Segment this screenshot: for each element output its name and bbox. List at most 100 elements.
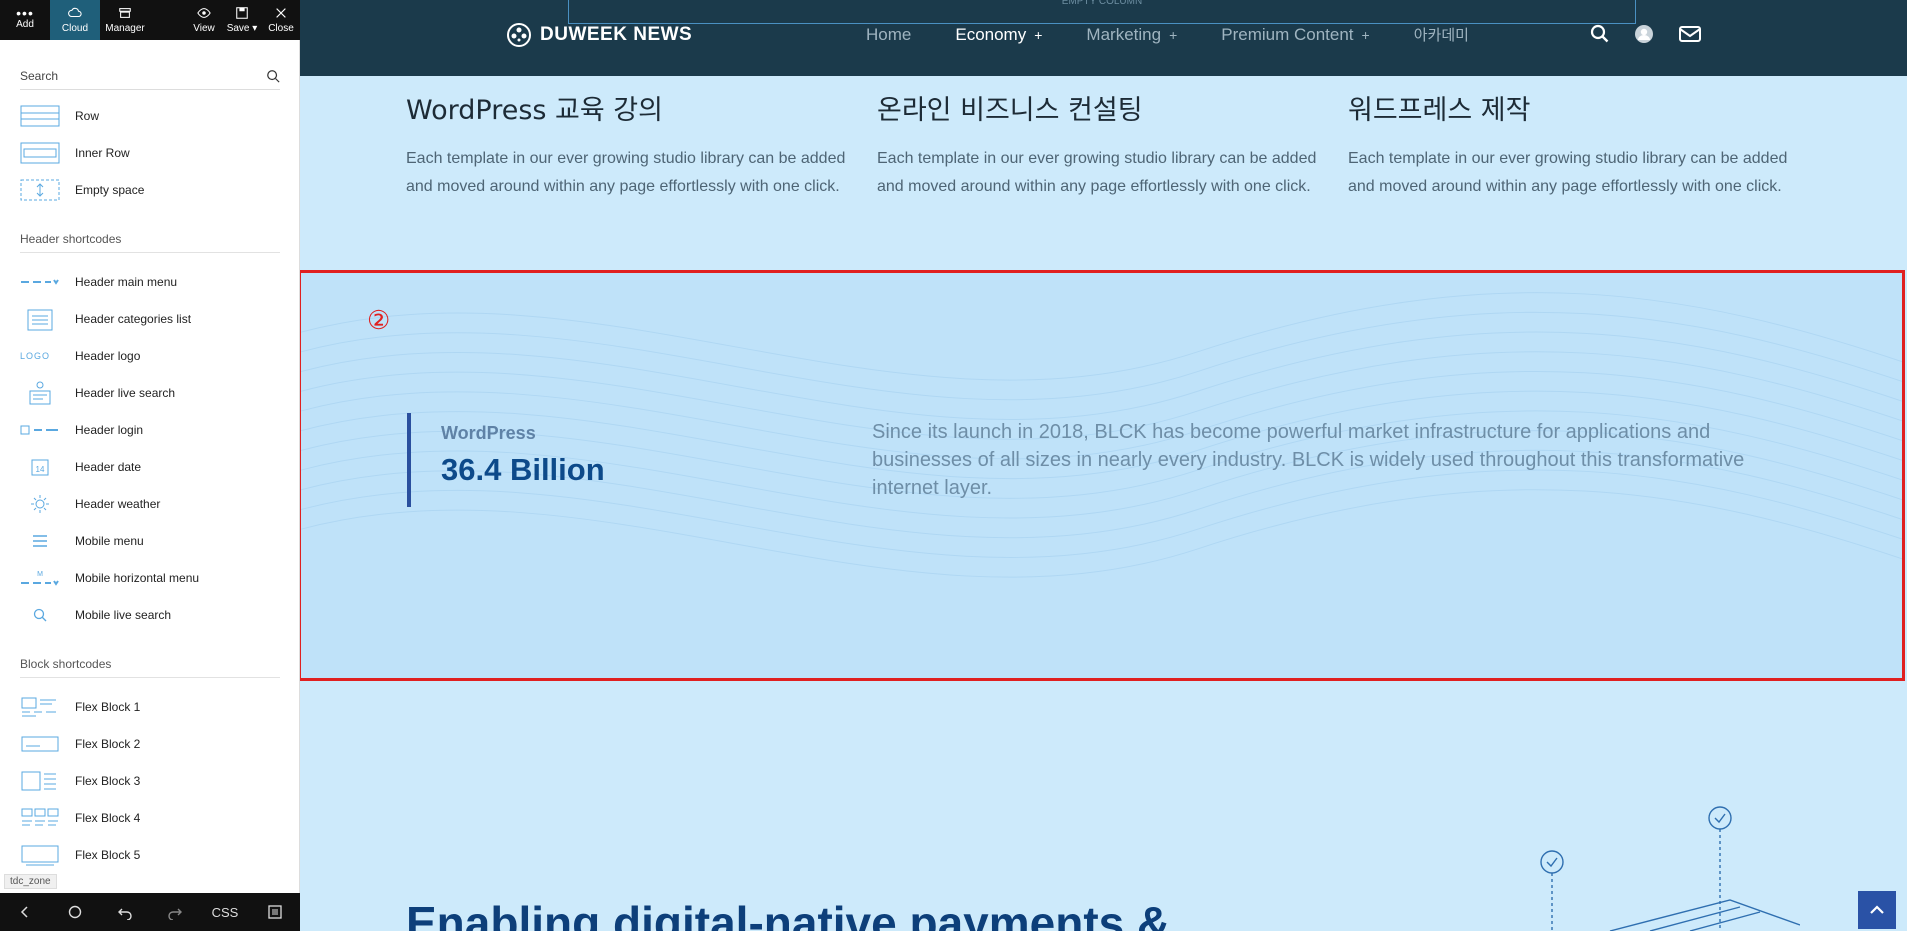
search-icon[interactable] xyxy=(266,69,280,83)
element-inner-row[interactable]: Inner Row xyxy=(0,134,300,171)
nav-marketing[interactable]: Marketing + xyxy=(1086,25,1177,45)
manager-label: Manager xyxy=(105,23,145,34)
responsive-button[interactable] xyxy=(57,893,93,931)
header-shortcodes-list: Header main menu Header categories list … xyxy=(0,263,300,633)
manager-button[interactable]: Manager xyxy=(100,0,150,40)
flex-block-1-icon xyxy=(21,697,56,716)
more-dots-icon: ••• xyxy=(16,5,34,21)
svg-text:M: M xyxy=(37,571,43,578)
element-label: Mobile menu xyxy=(75,533,144,548)
element-label: Flex Block 1 xyxy=(75,699,141,714)
empty-column-placeholder[interactable]: EMPTY COLUMN xyxy=(568,0,1636,24)
element-header-login[interactable]: Header login xyxy=(0,411,300,448)
nav-premium-content[interactable]: Premium Content + xyxy=(1221,25,1369,45)
cloud-button[interactable]: Cloud xyxy=(50,0,100,40)
hamburger-icon xyxy=(33,534,47,547)
element-label: Row xyxy=(75,108,100,123)
flex-block-4-icon xyxy=(21,808,59,825)
feature-description: Each template in our ever growing studio… xyxy=(877,150,1317,195)
settings-button[interactable] xyxy=(257,893,293,931)
horizontal-menu-icon: M xyxy=(21,571,59,586)
undo-icon xyxy=(118,908,132,920)
feature-title: 워드프레스 제작 xyxy=(1348,95,1531,126)
user-avatar-icon[interactable] xyxy=(1634,24,1654,44)
cloud-icon xyxy=(68,7,82,18)
selected-stat-section[interactable]: ② WordPress 36.4 Billion Since its launc… xyxy=(300,270,1905,681)
save-button[interactable]: Save ▾ xyxy=(222,0,262,40)
element-row[interactable]: Row xyxy=(0,97,300,134)
feature-description: Each template in our ever growing studio… xyxy=(406,150,846,195)
close-button[interactable]: Close xyxy=(262,0,300,40)
feature-column-2: 온라인 비즈니스 컨설팅 Each template in our ever g… xyxy=(877,88,1327,201)
element-label: Mobile horizontal menu xyxy=(75,570,200,585)
add-button[interactable]: ••• Add xyxy=(0,0,50,40)
main-navigation: Home Economy + Marketing + Premium Content… xyxy=(866,24,1513,45)
layers-icon xyxy=(119,8,131,18)
feature-column-1: WordPress 교육 강의 Each template in our eve… xyxy=(406,88,856,201)
element-flex-block-1[interactable]: Flex Block 1 xyxy=(0,688,300,725)
element-label: Flex Block 2 xyxy=(75,736,141,751)
redo-button[interactable] xyxy=(157,893,193,931)
element-header-date[interactable]: 14 Header date xyxy=(0,448,300,485)
close-label: Close xyxy=(268,23,294,34)
view-button[interactable]: View xyxy=(186,0,222,40)
nav-home[interactable]: Home xyxy=(866,25,911,45)
element-flex-block-3[interactable]: Flex Block 3 xyxy=(0,762,300,799)
element-header-categories-list[interactable]: Header categories list xyxy=(0,300,300,337)
section-heading-header: Header shortcodes xyxy=(20,232,280,253)
feature-column-3: 워드프레스 제작 Each template in our ever growi… xyxy=(1348,88,1798,201)
svg-text:14: 14 xyxy=(36,465,45,474)
add-label: Add xyxy=(16,19,34,30)
circle-icon xyxy=(68,905,82,919)
eye-icon xyxy=(197,8,211,18)
stat-value: 36.4 Billion xyxy=(441,452,605,487)
login-icon xyxy=(20,425,58,434)
site-header: EMPTY COLUMN DUWEEK NEWS Home Economy + M… xyxy=(300,0,1907,76)
element-label: Mobile live search xyxy=(75,607,172,622)
mail-icon[interactable] xyxy=(1678,24,1702,44)
element-label: Header logo xyxy=(75,348,141,363)
chevron-left-icon xyxy=(20,906,28,918)
element-mobile-horizontal-menu[interactable]: M Mobile horizontal menu xyxy=(0,559,300,596)
element-header-live-search[interactable]: Header live search xyxy=(0,374,300,411)
nav-label: Home xyxy=(866,24,912,44)
stat-box: WordPress 36.4 Billion xyxy=(407,413,605,507)
back-button[interactable] xyxy=(7,893,43,931)
plus-icon: + xyxy=(1034,26,1043,43)
element-header-logo[interactable]: LOGO Header logo xyxy=(0,337,300,374)
element-empty-space[interactable]: Empty space xyxy=(0,171,300,208)
search-icon[interactable] xyxy=(1590,24,1610,44)
plus-icon: + xyxy=(1361,26,1370,43)
element-flex-block-2[interactable]: Flex Block 2 xyxy=(0,725,300,762)
caret-down-icon: ▾ xyxy=(249,23,258,34)
search-bar xyxy=(20,62,280,90)
site-logo[interactable]: DUWEEK NEWS xyxy=(506,22,692,48)
magnifier-icon xyxy=(33,608,47,621)
element-flex-block-5[interactable]: Flex Block 5 xyxy=(0,836,300,873)
element-mobile-menu[interactable]: Mobile menu xyxy=(0,522,300,559)
scroll-to-top-button[interactable] xyxy=(1858,891,1896,929)
nav-economy[interactable]: Economy + xyxy=(955,25,1042,45)
layout-elements-list: Row Inner Row Empty space xyxy=(0,97,300,208)
film-reel-icon xyxy=(507,23,531,47)
element-header-main-menu[interactable]: Header main menu xyxy=(0,263,300,300)
nav-label: 아카데미 xyxy=(1413,26,1469,44)
search-input[interactable] xyxy=(20,68,266,83)
element-mobile-live-search[interactable]: Mobile live search xyxy=(0,596,300,633)
element-header-weather[interactable]: Header weather xyxy=(0,485,300,522)
section-heading-blocks: Block shortcodes xyxy=(20,657,280,678)
undo-button[interactable] xyxy=(107,893,143,931)
element-flex-block-4[interactable]: Flex Block 4 xyxy=(0,799,300,836)
nav-academy[interactable]: 아카데미 xyxy=(1414,24,1469,45)
header-icons xyxy=(1590,24,1702,44)
list-panel-icon xyxy=(268,905,282,919)
row-icon xyxy=(20,105,60,126)
element-label: Flex Block 3 xyxy=(75,773,141,788)
nav-label: Marketing xyxy=(1086,24,1162,44)
css-button[interactable]: CSS xyxy=(207,893,243,931)
element-label: Header main menu xyxy=(75,274,178,289)
flex-block-3-icon xyxy=(21,771,56,790)
save-label: Save xyxy=(226,23,250,34)
feature-title: 온라인 비즈니스 컨설팅 xyxy=(877,95,1143,126)
close-icon xyxy=(276,8,286,18)
